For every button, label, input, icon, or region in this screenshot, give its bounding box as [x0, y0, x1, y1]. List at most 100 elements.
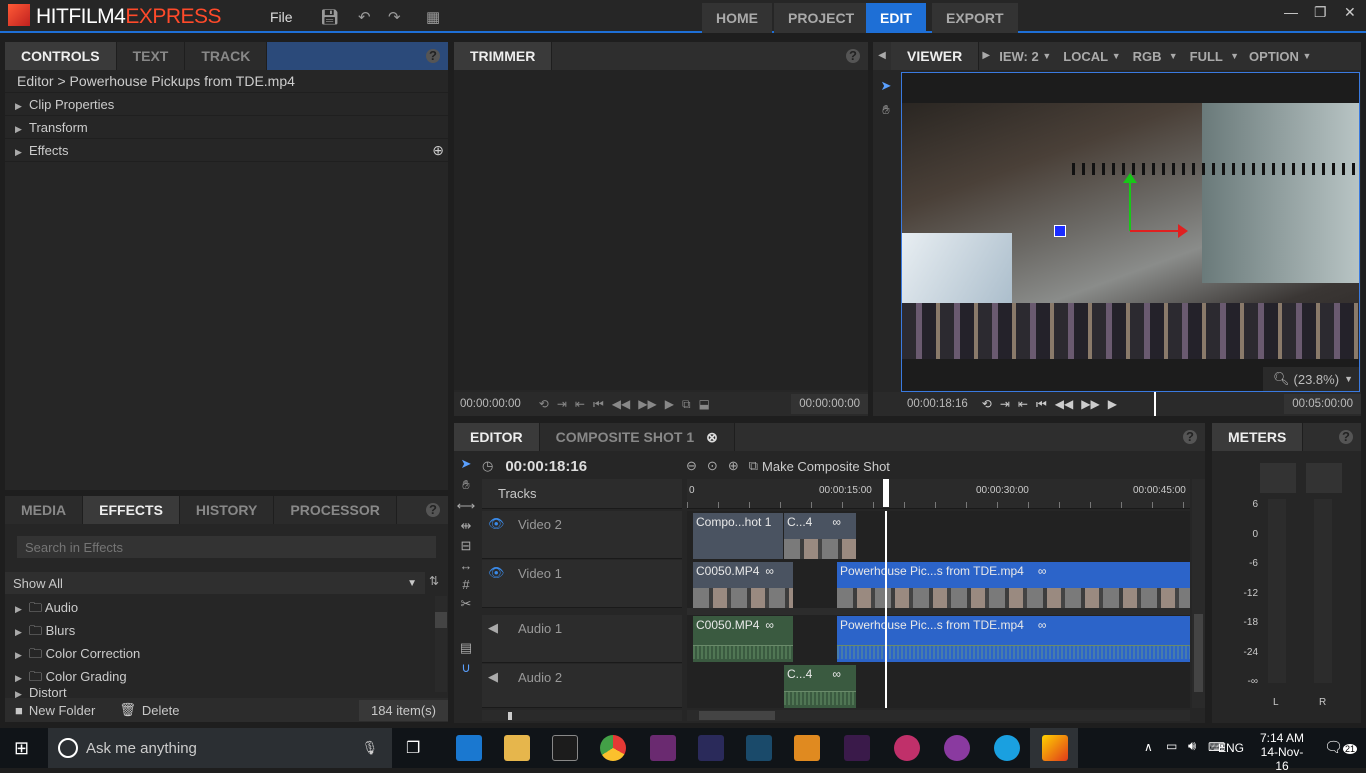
anchor-handle[interactable] — [1054, 225, 1066, 237]
timeline-scrollbar[interactable] — [1192, 479, 1205, 708]
mark-in-icon[interactable]: ⇥ — [557, 397, 567, 411]
effects-row[interactable]: ▶ Effects ⊕ — [5, 139, 448, 162]
y-axis-handle[interactable] — [1129, 175, 1131, 231]
sort-icon[interactable]: ⇅ — [429, 574, 439, 588]
list-item[interactable]: ▶ 🗀︎ Color Grading — [5, 665, 433, 688]
list-item[interactable]: ▶ 🗀︎ Blurs — [5, 619, 433, 642]
x-axis-handle[interactable] — [1130, 230, 1180, 232]
help-icon[interactable]: ? — [1339, 430, 1353, 444]
grid-icon[interactable]: ▦ — [426, 8, 440, 26]
storyboard-icon[interactable]: ▤ — [454, 640, 478, 656]
effects-search-input[interactable] — [17, 536, 436, 558]
tab-effects[interactable]: EFFECTS — [83, 496, 180, 524]
tab-composite-shot[interactable]: COMPOSITE SHOT 1 ⊗ — [539, 423, 735, 451]
clip-powerhouse-audio[interactable]: Powerhouse Pic...s from TDE.mp4 ∞ — [837, 616, 1190, 662]
view-dropdown[interactable]: IEW: 2 ▼ — [993, 42, 1057, 70]
clip-v2-c4[interactable]: C...4 ∞ — [784, 513, 856, 559]
skype-icon[interactable] — [994, 735, 1020, 761]
tab-track[interactable]: TRACK — [185, 42, 268, 70]
loop-icon[interactable]: ⟲ — [982, 397, 992, 411]
chrome-icon[interactable] — [600, 735, 626, 761]
help-icon[interactable]: ? — [426, 503, 440, 517]
clip-properties-row[interactable]: ▶ Clip Properties — [5, 93, 448, 116]
file-explorer-icon[interactable] — [504, 735, 530, 761]
premiere-icon[interactable] — [844, 735, 870, 761]
list-item[interactable]: ▶ Distort — [5, 688, 433, 698]
timeline-clip-area[interactable]: Compo...hot 1 C...4 ∞ C0050.MP4 ∞ Powerhou… — [687, 511, 1190, 708]
help-icon[interactable]: ? — [1183, 430, 1197, 444]
speaker-icon[interactable]: ◀ — [488, 669, 498, 685]
restore-icon[interactable]: ❐ — [1314, 4, 1327, 21]
playhead-line[interactable] — [885, 511, 887, 708]
timeline-ruler[interactable]: 0 00:00:15:00 00:00:30:00 00:00:45:00 — [687, 479, 1190, 509]
help-icon[interactable]: ? — [846, 49, 860, 63]
cortana-search[interactable]: Ask me anything 🎙︎ — [48, 728, 392, 768]
list-item[interactable]: ▶ 🗀︎ Audio — [5, 596, 433, 619]
clip-powerhouse-video[interactable]: Powerhouse Pic...s from TDE.mp4 ∞ — [837, 562, 1190, 608]
hand-tool-icon[interactable]: ✋︎ — [454, 477, 478, 493]
mark-out-icon[interactable]: ⇤ — [575, 397, 585, 411]
clip-audio2-c4[interactable]: C...4 ∞ — [784, 665, 856, 708]
new-folder-button[interactable]: New Folder — [29, 703, 95, 718]
chevron-up-icon[interactable]: ∧ — [1144, 740, 1153, 754]
tab-text[interactable]: TEXT — [116, 42, 186, 70]
prev-marker-icon[interactable]: ⊖ — [686, 458, 697, 474]
scrollbar[interactable] — [435, 596, 447, 692]
local-dropdown[interactable]: LOCAL ▼ — [1057, 42, 1126, 70]
edge-icon[interactable] — [456, 735, 482, 761]
chevron-right-icon[interactable]: ▶ — [979, 42, 993, 70]
undo-icon[interactable]: ↶ — [358, 8, 371, 26]
rate-stretch-icon[interactable]: ↔ — [454, 558, 478, 573]
slide-tool-icon[interactable]: ⇹ — [454, 518, 478, 534]
timeline-timecode[interactable]: 00:00:18:16 — [505, 458, 587, 475]
overlay-icon[interactable]: ⬓ — [699, 397, 710, 411]
clock[interactable]: 7:14 AM 14-Nov-16 — [1254, 731, 1310, 773]
tab-processor[interactable]: PROCESSOR — [274, 496, 397, 524]
close-tab-icon[interactable]: ⊗ — [706, 423, 718, 451]
ripple-tool-icon[interactable]: ⊟ — [454, 538, 478, 554]
list-item[interactable]: ▶ 🗀︎ Color Correction — [5, 642, 433, 665]
task-view-icon[interactable]: ❐ — [406, 738, 420, 758]
help-icon[interactable]: ? — [426, 49, 440, 63]
options-dropdown[interactable]: OPTION ▼ — [1245, 42, 1315, 70]
tab-edit[interactable]: EDIT — [866, 3, 926, 33]
rgb-dropdown[interactable]: RGB ▼ — [1127, 42, 1184, 70]
track-video-1[interactable]: 👁︎ Video 1 — [482, 560, 682, 608]
tab-meters[interactable]: METERS — [1212, 423, 1304, 451]
insert-icon[interactable]: ⧉ — [682, 397, 691, 412]
filter-select[interactable]: Show All ▼ — [5, 572, 425, 594]
select-tool-icon[interactable]: ➤ — [454, 456, 478, 472]
track-audio-2[interactable]: ◀ Audio 2 — [482, 664, 682, 708]
playhead-handle[interactable] — [883, 479, 889, 507]
clip-composite[interactable]: Compo...hot 1 — [693, 513, 783, 559]
slip-tool-icon[interactable]: ⟷ — [454, 498, 478, 514]
mark-out-icon[interactable]: ⇤ — [1018, 397, 1028, 411]
notification-icon[interactable]: 🗨︎ 21 — [1324, 738, 1358, 756]
snap-magnet-icon[interactable]: ∪ — [454, 660, 478, 676]
mark-in-icon[interactable]: ⇥ — [1000, 397, 1010, 411]
eye-icon[interactable]: 👁︎ — [488, 516, 505, 532]
media-player-icon[interactable] — [794, 735, 820, 761]
file-menu[interactable]: File — [270, 9, 293, 25]
zoom-control[interactable]: 🔍︎ (23.8%) ▼ — [1263, 367, 1359, 391]
clip-c0050-audio[interactable]: C0050.MP4 ∞ — [693, 616, 793, 662]
viewer-canvas[interactable]: 🔍︎ (23.8%) ▼ — [901, 72, 1360, 392]
tab-editor[interactable]: EDITOR — [454, 423, 540, 451]
timeline-hscroll[interactable] — [687, 710, 1190, 721]
minimize-icon[interactable]: — — [1284, 4, 1298, 20]
play-icon[interactable]: ▶ — [665, 397, 674, 411]
skip-start-icon[interactable]: ⏮︎ — [1036, 397, 1047, 412]
track-zoom-slider[interactable] — [482, 710, 682, 721]
make-composite-button[interactable]: Make Composite Shot — [762, 459, 890, 474]
full-dropdown[interactable]: FULL ▼ — [1184, 42, 1245, 70]
track-video-2[interactable]: 👁︎ Video 2 — [482, 511, 682, 559]
tab-viewer[interactable]: VIEWER — [891, 42, 980, 70]
windows-start-icon[interactable]: ⊞ — [14, 738, 29, 759]
marker-icon[interactable]: ⊙ — [707, 458, 718, 474]
hitfilm-taskbar-icon[interactable] — [1042, 735, 1068, 761]
step-forward-icon[interactable]: ▶▶ — [638, 397, 656, 411]
razor-tool-icon[interactable]: ✂︎ — [454, 596, 478, 612]
tab-media[interactable]: MEDIA — [5, 496, 84, 524]
volume-icon[interactable]: 🔊︎ — [1188, 738, 1196, 754]
tab-project[interactable]: PROJECT — [774, 3, 869, 33]
